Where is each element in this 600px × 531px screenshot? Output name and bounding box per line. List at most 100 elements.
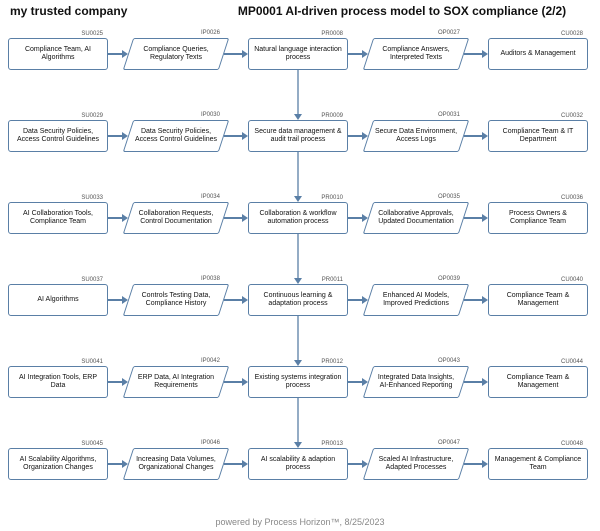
node-code: SU0045 — [81, 441, 103, 448]
arrow-right-icon — [108, 213, 128, 223]
node-code: SU0041 — [81, 359, 103, 366]
node-code: SU0033 — [81, 195, 103, 202]
arrow-right-icon — [224, 213, 248, 223]
node-text: AI Collaboration Tools, Compliance Team — [12, 210, 104, 227]
node-text: AI scalability & adaption process — [252, 456, 344, 473]
arrow-right-icon — [348, 213, 368, 223]
process-node-row2: PR0009Secure data management & audit tra… — [248, 120, 348, 152]
node-code: SU0029 — [81, 113, 103, 120]
node-text: Compliance Team & Management — [492, 374, 584, 391]
process-node-row6: PR0013AI scalability & adaption process — [248, 448, 348, 480]
node-code: CU0028 — [561, 31, 583, 38]
node-code: PR0013 — [321, 441, 343, 448]
node-code: SU0025 — [81, 31, 103, 38]
node-text: Process Owners & Compliance Team — [492, 210, 584, 227]
supplier-node-row6: SU0045AI Scalability Algorithms, Organiz… — [8, 448, 108, 480]
arrow-right-icon — [348, 131, 368, 141]
arrow-right-icon — [108, 131, 128, 141]
arrow-right-icon — [464, 49, 488, 59]
node-text: Continuous learning & adaptation process — [252, 292, 344, 309]
node-code: CU0032 — [561, 113, 583, 120]
arrow-right-icon — [108, 377, 128, 387]
output-node-row3: OP0035Collaborative Approvals, Updated D… — [368, 202, 464, 234]
arrow-right-icon — [108, 459, 128, 469]
node-code: CU0048 — [561, 441, 583, 448]
node-code: OP0031 — [438, 112, 460, 119]
input-node-row4: IP0038Controls Testing Data, Compliance … — [128, 284, 224, 316]
node-text: Compliance Team & Management — [492, 292, 584, 309]
arrow-right-icon — [224, 49, 248, 59]
customer-node-row4: CU0040Compliance Team & Management — [488, 284, 588, 316]
output-node-row5: OP0043Integrated Data Insights, AI-Enhan… — [368, 366, 464, 398]
node-text: Management & Compliance Team — [492, 456, 584, 473]
node-text: Collaborative Approvals, Updated Documen… — [368, 208, 464, 229]
arrow-right-icon — [224, 295, 248, 305]
node-text: Compliance Answers, Interpreted Texts — [368, 44, 464, 65]
node-code: SU0037 — [81, 277, 103, 284]
company-name: my trusted company — [0, 4, 210, 18]
node-text: Compliance Team, AI Algorithms — [12, 46, 104, 63]
node-text: AI Scalability Algorithms, Organization … — [12, 456, 104, 473]
input-node-row2: IP0030Data Security Policies, Access Con… — [128, 120, 224, 152]
node-text: Existing systems integration process — [252, 374, 344, 391]
supplier-node-row4: SU0037AI Algorithms — [8, 284, 108, 316]
arrow-down-icon — [292, 316, 304, 366]
node-code: OP0027 — [438, 30, 460, 37]
output-node-row6: OP0047Scaled AI Infrastructure, Adapted … — [368, 448, 464, 480]
node-code: PR0011 — [322, 277, 343, 284]
input-node-row6: IP0046Increasing Data Volumes, Organizat… — [128, 448, 224, 480]
node-code: PR0008 — [321, 31, 343, 38]
node-code: CU0044 — [561, 359, 583, 366]
node-code: OP0047 — [438, 440, 460, 447]
arrow-right-icon — [464, 131, 488, 141]
arrow-right-icon — [348, 49, 368, 59]
arrow-right-icon — [348, 295, 368, 305]
supplier-node-row3: SU0033AI Collaboration Tools, Compliance… — [8, 202, 108, 234]
node-code: CU0040 — [561, 277, 583, 284]
node-text: Compliance Queries, Regulatory Texts — [128, 44, 224, 65]
supplier-node-row5: SU0041AI Integration Tools, ERP Data — [8, 366, 108, 398]
customer-node-row1: CU0028Auditors & Management — [488, 38, 588, 70]
input-node-row1: IP0026Compliance Queries, Regulatory Tex… — [128, 38, 224, 70]
node-code: CU0036 — [561, 195, 583, 202]
node-text: Secure data management & audit trail pro… — [252, 128, 344, 145]
node-code: OP0035 — [438, 194, 460, 201]
process-node-row5: PR0012Existing systems integration proce… — [248, 366, 348, 398]
arrow-right-icon — [108, 295, 128, 305]
header: my trusted company MP0001 AI-driven proc… — [0, 4, 600, 18]
node-text: Enhanced AI Models, Improved Predictions — [368, 290, 464, 311]
customer-node-row5: CU0044Compliance Team & Management — [488, 366, 588, 398]
node-text: Natural language interaction process — [252, 46, 344, 63]
customer-node-row2: CU0032Compliance Team & IT Department — [488, 120, 588, 152]
node-text: Scaled AI Infrastructure, Adapted Proces… — [368, 454, 464, 475]
footer-credit: powered by Process Horizon™, 8/25/2023 — [0, 517, 600, 527]
arrow-right-icon — [464, 213, 488, 223]
supplier-node-row1: SU0025Compliance Team, AI Algorithms — [8, 38, 108, 70]
node-code: PR0012 — [321, 359, 343, 366]
output-node-row2: OP0031Secure Data Environment, Access Lo… — [368, 120, 464, 152]
output-node-row4: OP0039Enhanced AI Models, Improved Predi… — [368, 284, 464, 316]
node-text: Data Security Policies, Access Control G… — [12, 128, 104, 145]
node-text: Collaboration & workflow automation proc… — [252, 210, 344, 227]
input-node-row3: IP0034Collaboration Requests, Control Do… — [128, 202, 224, 234]
node-text: Integrated Data Insights, AI-Enhanced Re… — [368, 372, 464, 393]
page-title: MP0001 AI-driven process model to SOX co… — [210, 4, 600, 18]
node-code: PR0009 — [321, 113, 343, 120]
node-code: IP0046 — [201, 440, 220, 447]
arrow-down-icon — [292, 234, 304, 284]
diagram-canvas: { "company": "my trusted company", "titl… — [0, 0, 600, 531]
node-text: AI Integration Tools, ERP Data — [12, 374, 104, 391]
node-code: OP0043 — [438, 358, 460, 365]
node-code: PR0010 — [321, 195, 343, 202]
arrow-right-icon — [464, 377, 488, 387]
node-text: Data Security Policies, Access Control G… — [128, 126, 224, 147]
arrow-right-icon — [348, 459, 368, 469]
node-text: Collaboration Requests, Control Document… — [128, 208, 224, 229]
node-text: ERP Data, AI Integration Requirements — [128, 372, 224, 393]
node-code: IP0038 — [201, 276, 220, 283]
process-node-row3: PR0010Collaboration & workflow automatio… — [248, 202, 348, 234]
node-code: IP0042 — [201, 358, 220, 365]
node-text: Secure Data Environment, Access Logs — [368, 126, 464, 147]
arrow-right-icon — [224, 459, 248, 469]
arrow-right-icon — [464, 459, 488, 469]
